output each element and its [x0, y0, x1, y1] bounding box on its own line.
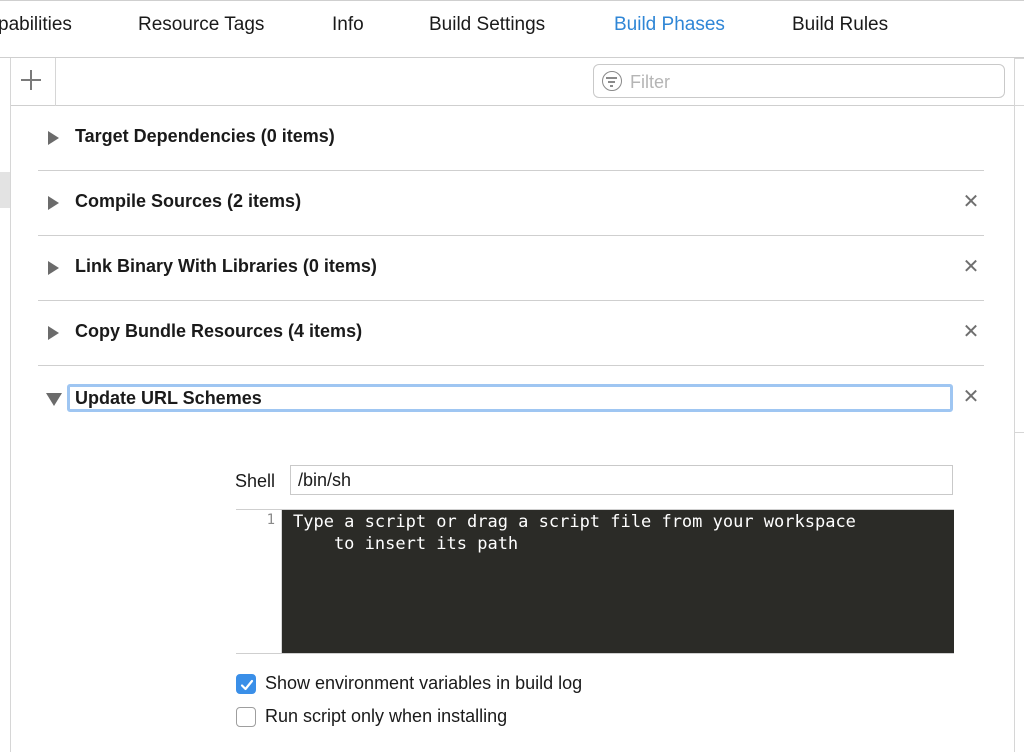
delete-phase-close-icon[interactable]: ✕ — [962, 387, 980, 407]
checkmark-icon — [240, 679, 254, 691]
shell-path-input[interactable] — [290, 465, 953, 495]
build-phases-toolbar — [11, 58, 1014, 106]
filter-field[interactable] — [593, 64, 1005, 98]
filter-icon — [602, 71, 622, 91]
phase-compile-sources: Compile Sources (2 items) ✕ — [38, 171, 984, 236]
run-only-installing-checkbox[interactable] — [236, 707, 256, 727]
phase-copy-bundle-resources: Copy Bundle Resources (4 items) ✕ — [38, 301, 984, 366]
right-edge-divider — [1015, 105, 1024, 106]
phase-target-dependencies: Target Dependencies (0 items) — [38, 106, 984, 171]
tab-build-phases[interactable]: Build Phases — [614, 11, 725, 39]
script-editor: 1 Type a script or drag a script file fr… — [236, 509, 954, 654]
tab-capabilities[interactable]: pabilities — [0, 11, 72, 39]
disclosure-triangle-icon[interactable] — [48, 196, 59, 210]
delete-phase-close-icon[interactable]: ✕ — [962, 192, 980, 212]
filter-input[interactable] — [628, 69, 992, 95]
tab-build-rules[interactable]: Build Rules — [792, 11, 888, 39]
line-number: 1 — [266, 512, 275, 528]
selected-target-indicator — [0, 172, 10, 208]
run-only-installing-label[interactable]: Run script only when installing — [265, 706, 507, 727]
phase-title[interactable]: Link Binary With Libraries (0 items) — [75, 256, 377, 277]
editor-tab-bar: pabilities Resource Tags Info Build Sett… — [0, 0, 1024, 58]
right-panel-edge — [1014, 0, 1024, 752]
disclosure-triangle-icon[interactable] — [48, 261, 59, 275]
phase-link-binary: Link Binary With Libraries (0 items) ✕ — [38, 236, 984, 301]
phase-title[interactable]: Target Dependencies (0 items) — [75, 126, 335, 147]
disclosure-triangle-expanded-icon[interactable] — [46, 393, 62, 406]
show-env-vars-label[interactable]: Show environment variables in build log — [265, 673, 582, 694]
disclosure-triangle-icon[interactable] — [48, 131, 59, 145]
right-edge-divider — [1015, 58, 1024, 59]
phase-title-edit-field[interactable] — [67, 384, 953, 412]
line-number-gutter: 1 — [236, 510, 282, 653]
tab-resource-tags[interactable]: Resource Tags — [138, 11, 264, 39]
disclosure-triangle-icon[interactable] — [48, 326, 59, 340]
phase-title[interactable]: Copy Bundle Resources (4 items) — [75, 321, 362, 342]
delete-phase-close-icon[interactable]: ✕ — [962, 257, 980, 277]
plus-icon[interactable] — [21, 70, 41, 90]
toolbar-divider — [55, 58, 56, 106]
delete-phase-close-icon[interactable]: ✕ — [962, 322, 980, 342]
phase-title[interactable]: Compile Sources (2 items) — [75, 191, 301, 212]
target-list-strip[interactable] — [0, 58, 11, 752]
shell-label: Shell — [235, 471, 276, 491]
script-text-area[interactable]: Type a script or drag a script file from… — [282, 510, 954, 653]
tab-build-settings[interactable]: Build Settings — [429, 11, 545, 39]
show-env-vars-checkbox[interactable] — [236, 674, 256, 694]
right-edge-divider — [1015, 432, 1024, 433]
tab-info[interactable]: Info — [332, 11, 364, 39]
